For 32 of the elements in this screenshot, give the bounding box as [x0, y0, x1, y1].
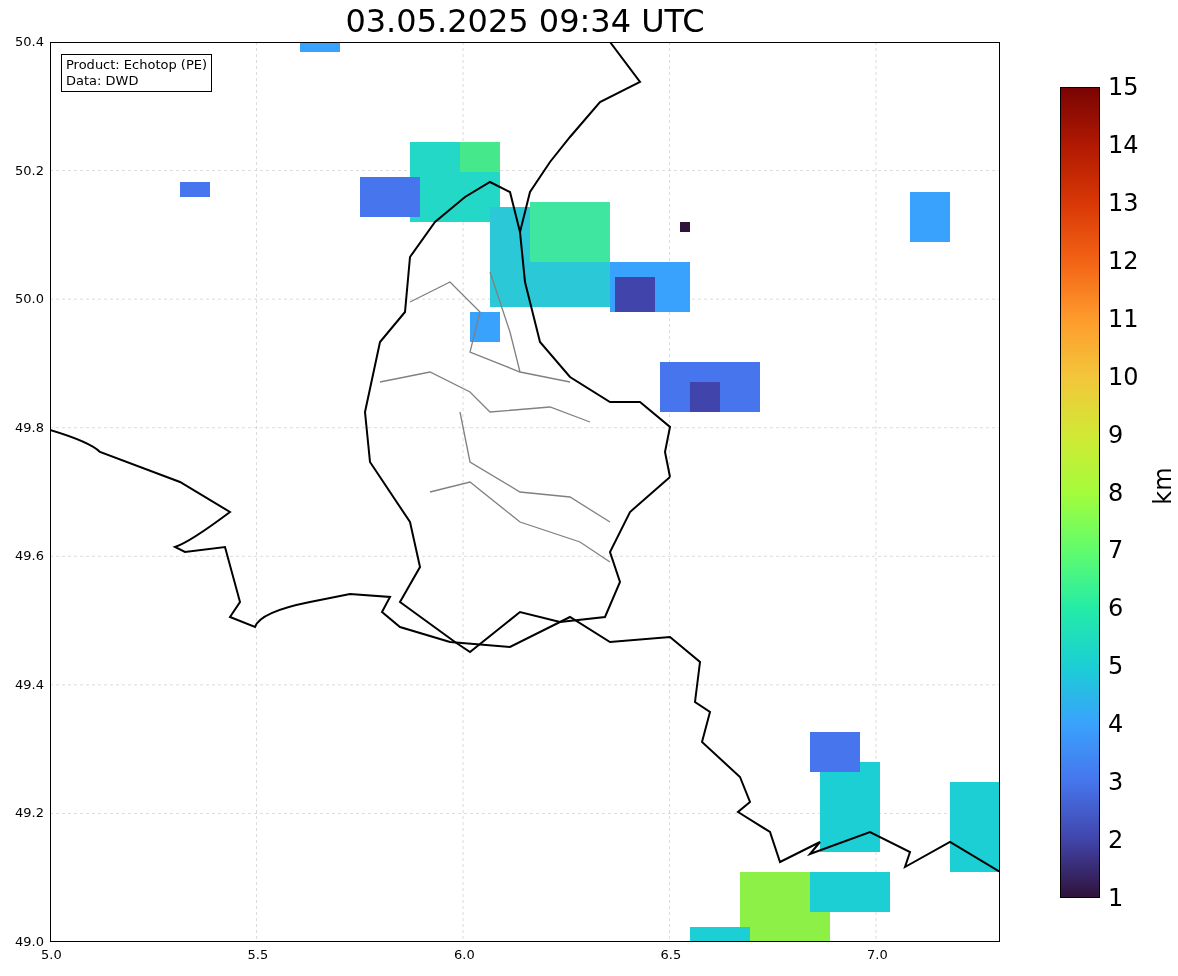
y-tick-label: 49.6 — [15, 549, 44, 563]
colorbar-tick-label: 4 — [1108, 712, 1124, 737]
colorbar-tick-label: 2 — [1108, 828, 1124, 853]
y-tick-label: 49.2 — [15, 806, 44, 820]
y-tick-label: 49.0 — [15, 935, 44, 948]
x-tick-label: 5.0 — [41, 948, 62, 961]
y-tick-label: 50.2 — [15, 163, 44, 177]
colorbar-tick-label: 15 — [1108, 75, 1139, 99]
legend-text: Product: Echotop (PE) — [66, 57, 208, 73]
colorbar-tick-label: 9 — [1108, 422, 1124, 447]
colorbar-tick-label: 7 — [1108, 538, 1124, 563]
x-tick-label: 6.5 — [660, 948, 682, 961]
y-tick-label: 50.4 — [15, 35, 44, 48]
legend-text: Data: DWD — [66, 73, 140, 89]
colorbar-tick-label: 1 — [1108, 886, 1124, 910]
colorbar-tick-label: 12 — [1108, 248, 1139, 273]
colorbar-tick-label: 10 — [1108, 364, 1139, 389]
y-tick-label: 49.4 — [15, 677, 44, 691]
chart-title: 03.05.2025 09:34 UTC — [345, 5, 705, 37]
x-tick-label: 7.0 — [867, 948, 888, 961]
colorbar-tick-label: 11 — [1108, 306, 1139, 331]
colorbar-label: km — [1150, 467, 1175, 505]
colorbar-tick-label: 6 — [1108, 596, 1124, 621]
x-tick-label: 6.0 — [454, 948, 475, 961]
y-tick-label: 49.8 — [15, 420, 44, 434]
colorbar-tick-label: 8 — [1108, 480, 1124, 505]
colorbar-tick-label: 5 — [1108, 654, 1124, 679]
colorbar-tick-label: 14 — [1108, 132, 1139, 157]
y-tick-label: 50.0 — [15, 292, 44, 306]
colorbar-tick-label: 3 — [1108, 770, 1124, 795]
x-tick-label: 5.5 — [247, 948, 269, 961]
colorbar-tick-label: 13 — [1108, 190, 1139, 215]
